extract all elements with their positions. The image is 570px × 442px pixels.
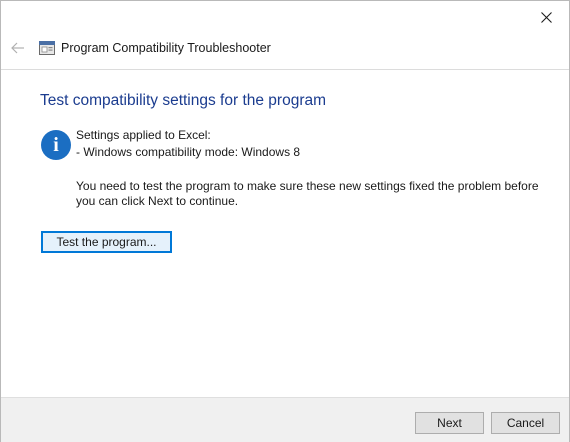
- page-title: Test compatibility settings for the prog…: [40, 92, 327, 109]
- wizard-header: Program Compatibility Troubleshooter: [1, 33, 569, 63]
- close-icon: [540, 11, 552, 23]
- close-button[interactable]: [523, 1, 569, 33]
- instruction-text-line2: you can click Next to continue.: [76, 194, 239, 208]
- back-arrow-icon: [11, 42, 24, 54]
- info-icon: i: [41, 130, 71, 160]
- instruction-text-line1: You need to test the program to make sur…: [76, 179, 539, 193]
- info-glyph: i: [53, 134, 59, 156]
- title-bar: [1, 1, 569, 33]
- test-program-button[interactable]: Test the program...: [41, 231, 172, 253]
- back-button[interactable]: [3, 33, 33, 63]
- footer-bar: Next Cancel: [1, 397, 569, 442]
- cancel-button[interactable]: Cancel: [491, 412, 560, 434]
- window-title: Program Compatibility Troubleshooter: [61, 41, 271, 55]
- troubleshooter-app-icon: [39, 41, 55, 55]
- next-button[interactable]: Next: [415, 412, 484, 434]
- troubleshooter-window: Program Compatibility Troubleshooter Tes…: [0, 0, 570, 442]
- main-content: Test compatibility settings for the prog…: [1, 69, 569, 397]
- compatibility-mode-text: - Windows compatibility mode: Windows 8: [76, 145, 301, 159]
- settings-applied-text: Settings applied to Excel:: [76, 128, 211, 142]
